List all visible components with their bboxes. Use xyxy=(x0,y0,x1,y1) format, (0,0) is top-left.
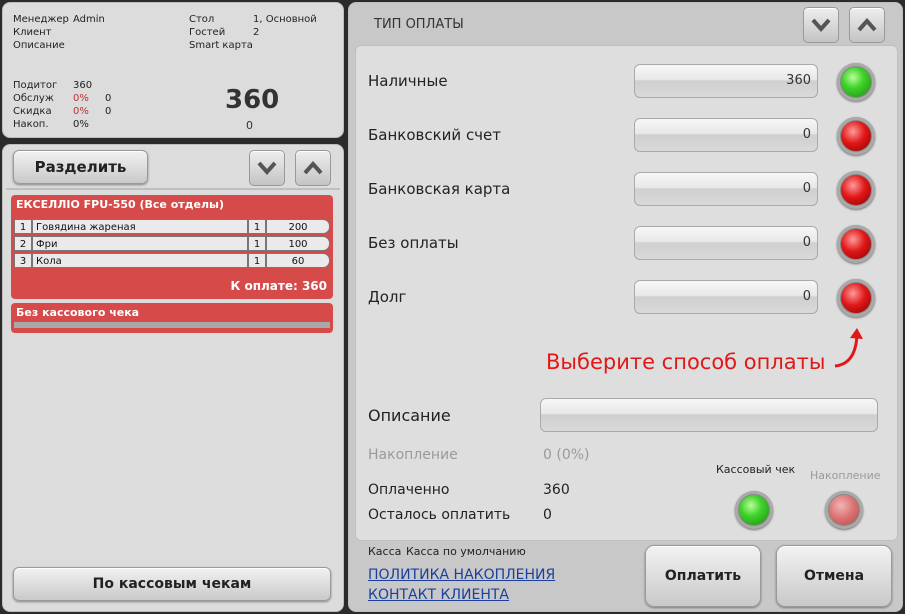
check-title: ЕКСЕЛЛІО FPU-550 (Все отделы) xyxy=(16,198,225,211)
accum-toggle-label: Накопление xyxy=(810,469,881,482)
description-label: Описание xyxy=(368,406,451,425)
check-item-row[interactable]: 2 Фри 1 100 xyxy=(14,236,330,251)
chevron-up-icon xyxy=(303,161,323,175)
method-amount-cash[interactable]: 360 xyxy=(634,64,818,98)
manager-value: Admin xyxy=(73,14,105,25)
item-name: Фри xyxy=(32,236,248,251)
method-label-cash: Наличные xyxy=(368,72,448,90)
by-receipts-label: По кассовым чекам xyxy=(92,576,252,592)
pay-button-label: Оплатить xyxy=(664,568,742,584)
total-small: 0 xyxy=(246,119,253,132)
service-value: 0 xyxy=(105,93,112,104)
guests-label: Гостей xyxy=(189,27,226,38)
description-label: Описание xyxy=(13,40,65,51)
accum-toggle[interactable] xyxy=(825,491,863,529)
check-item-row[interactable]: 1 Говядина жареная 1 200 xyxy=(14,219,330,234)
payment-scroll-down[interactable] xyxy=(803,7,839,43)
fiscal-check[interactable]: ЕКСЕЛЛІО FPU-550 (Все отделы) 1 Говядина… xyxy=(11,195,333,299)
method-label-no-payment: Без оплаты xyxy=(368,234,459,252)
check-total: К оплате: 360 xyxy=(230,279,327,293)
accumulation-value: 0 (0%) xyxy=(543,447,590,463)
item-number: 1 xyxy=(14,219,32,234)
method-amount-bank-account[interactable]: 0 xyxy=(634,118,818,152)
split-button-label: Разделить xyxy=(34,158,127,176)
item-qty: 1 xyxy=(248,236,266,251)
paid-value: 360 xyxy=(543,482,570,498)
accum-pct: 0% xyxy=(73,119,89,130)
scroll-down-button[interactable] xyxy=(249,150,285,186)
discount-pct: 0% xyxy=(73,106,89,117)
method-toggle-no-payment[interactable] xyxy=(837,225,875,263)
smart-card-label: Smart карта xyxy=(189,40,253,51)
chevron-down-icon xyxy=(811,18,831,32)
subtotal-value: 360 xyxy=(73,80,93,91)
method-amount-debt[interactable]: 0 xyxy=(634,280,818,314)
item-qty: 1 xyxy=(248,219,266,234)
guests-value: 2 xyxy=(253,27,260,38)
client-label: Клиент xyxy=(13,27,52,38)
remaining-value: 0 xyxy=(543,507,552,523)
table-value: 1, Основной xyxy=(253,14,317,25)
cancel-button[interactable]: Отмена xyxy=(776,545,892,607)
item-price: 100 xyxy=(266,236,330,251)
method-label-bank-account: Банковский счет xyxy=(368,126,502,144)
payment-title: ТИП ОПЛАТЫ xyxy=(374,17,464,32)
item-number: 3 xyxy=(14,253,32,268)
item-qty: 1 xyxy=(248,253,266,268)
discount-label: Скидка xyxy=(13,106,52,117)
pay-button[interactable]: Оплатить xyxy=(645,545,761,607)
method-label-bank-card: Банковская карта xyxy=(368,180,511,198)
discount-value: 0 xyxy=(105,106,112,117)
method-label-debt: Долг xyxy=(368,288,407,306)
payment-scroll-up[interactable] xyxy=(849,7,885,43)
scroll-up-button[interactable] xyxy=(295,150,331,186)
manager-label: Менеджер xyxy=(13,14,69,25)
cancel-button-label: Отмена xyxy=(803,568,865,584)
check-item-row[interactable]: 3 Кола 1 60 xyxy=(14,253,330,268)
item-name: Говядина жареная xyxy=(32,219,248,234)
method-amount-bank-card[interactable]: 0 xyxy=(634,172,818,206)
method-toggle-cash[interactable] xyxy=(837,63,875,101)
by-receipts-button[interactable]: По кассовым чекам xyxy=(13,567,331,601)
hint-arrow-icon xyxy=(834,328,863,368)
register-label: Касса xyxy=(368,545,402,558)
accumulation-label: Накопление xyxy=(368,447,458,463)
service-label: Обслуж xyxy=(13,93,54,104)
item-price: 60 xyxy=(266,253,330,268)
item-price: 200 xyxy=(266,219,330,234)
method-toggle-debt[interactable] xyxy=(837,279,875,317)
accum-label: Накоп. xyxy=(13,119,49,130)
receipt-toggle[interactable] xyxy=(735,491,773,529)
chevron-up-icon xyxy=(857,18,877,32)
chevron-down-icon xyxy=(257,161,277,175)
register-value: Касса по умолчанию xyxy=(406,545,526,558)
table-label: Стол xyxy=(189,14,215,25)
method-toggle-bank-card[interactable] xyxy=(837,171,875,209)
service-pct: 0% xyxy=(73,93,89,104)
item-number: 2 xyxy=(14,236,32,251)
payment-hint: Выберите способ оплаты xyxy=(546,350,826,374)
accumulation-policy-link[interactable]: ПОЛИТИКА НАКОПЛЕНИЯ xyxy=(368,567,555,583)
method-toggle-bank-account[interactable] xyxy=(837,117,875,155)
empty-check-bar xyxy=(14,322,330,328)
no-receipt-title: Без кассового чека xyxy=(16,306,140,319)
no-receipt-check[interactable]: Без кассового чека xyxy=(11,303,333,333)
order-info-panel: Менеджер Admin Клиент Описание Стол 1, О… xyxy=(2,2,344,138)
client-contact-link[interactable]: КОНТАКТ КЛИЕНТА xyxy=(368,587,509,603)
remaining-label: Осталось оплатить xyxy=(368,507,511,523)
method-amount-no-payment[interactable]: 0 xyxy=(634,226,818,260)
split-button[interactable]: Разделить xyxy=(13,150,148,184)
receipt-toggle-label: Кассовый чек xyxy=(716,463,796,476)
total-big: 360 xyxy=(225,85,280,115)
divider xyxy=(6,188,340,190)
item-name: Кола xyxy=(32,253,248,268)
split-panel: Разделить ЕКСЕЛЛІО FPU-550 (Все отделы) … xyxy=(2,144,344,612)
paid-label: Оплаченно xyxy=(368,482,450,498)
description-input[interactable] xyxy=(540,398,878,432)
subtotal-label: Подитог xyxy=(13,80,58,91)
